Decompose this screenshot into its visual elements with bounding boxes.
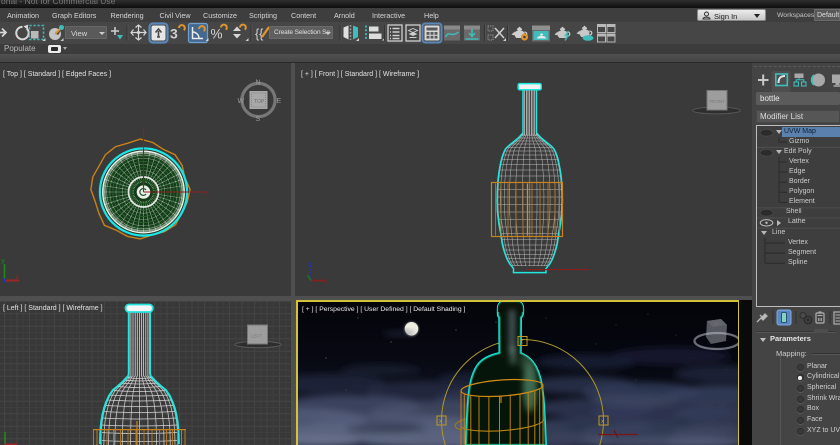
svg-text:x: x [206, 190, 210, 197]
svg-text:W: W [238, 98, 245, 105]
svg-text:%: % [211, 27, 223, 42]
svg-text:{{: {{ [255, 27, 263, 41]
svg-text:N: N [256, 80, 261, 87]
svg-text:3: 3 [170, 26, 178, 42]
svg-text:E: E [277, 98, 282, 105]
svg-text:x: x [439, 419, 442, 425]
svg-text:z: z [308, 262, 311, 268]
svg-text:S: S [256, 116, 261, 123]
svg-text:x: x [520, 340, 523, 346]
svg-text:FRONT: FRONT [710, 99, 726, 104]
svg-text:LEFT: LEFT [251, 334, 262, 339]
svg-text:x: x [325, 279, 329, 286]
svg-text:y: y [2, 258, 6, 265]
svg-text:TOP: TOP [254, 99, 265, 105]
svg-text:x: x [601, 419, 604, 425]
